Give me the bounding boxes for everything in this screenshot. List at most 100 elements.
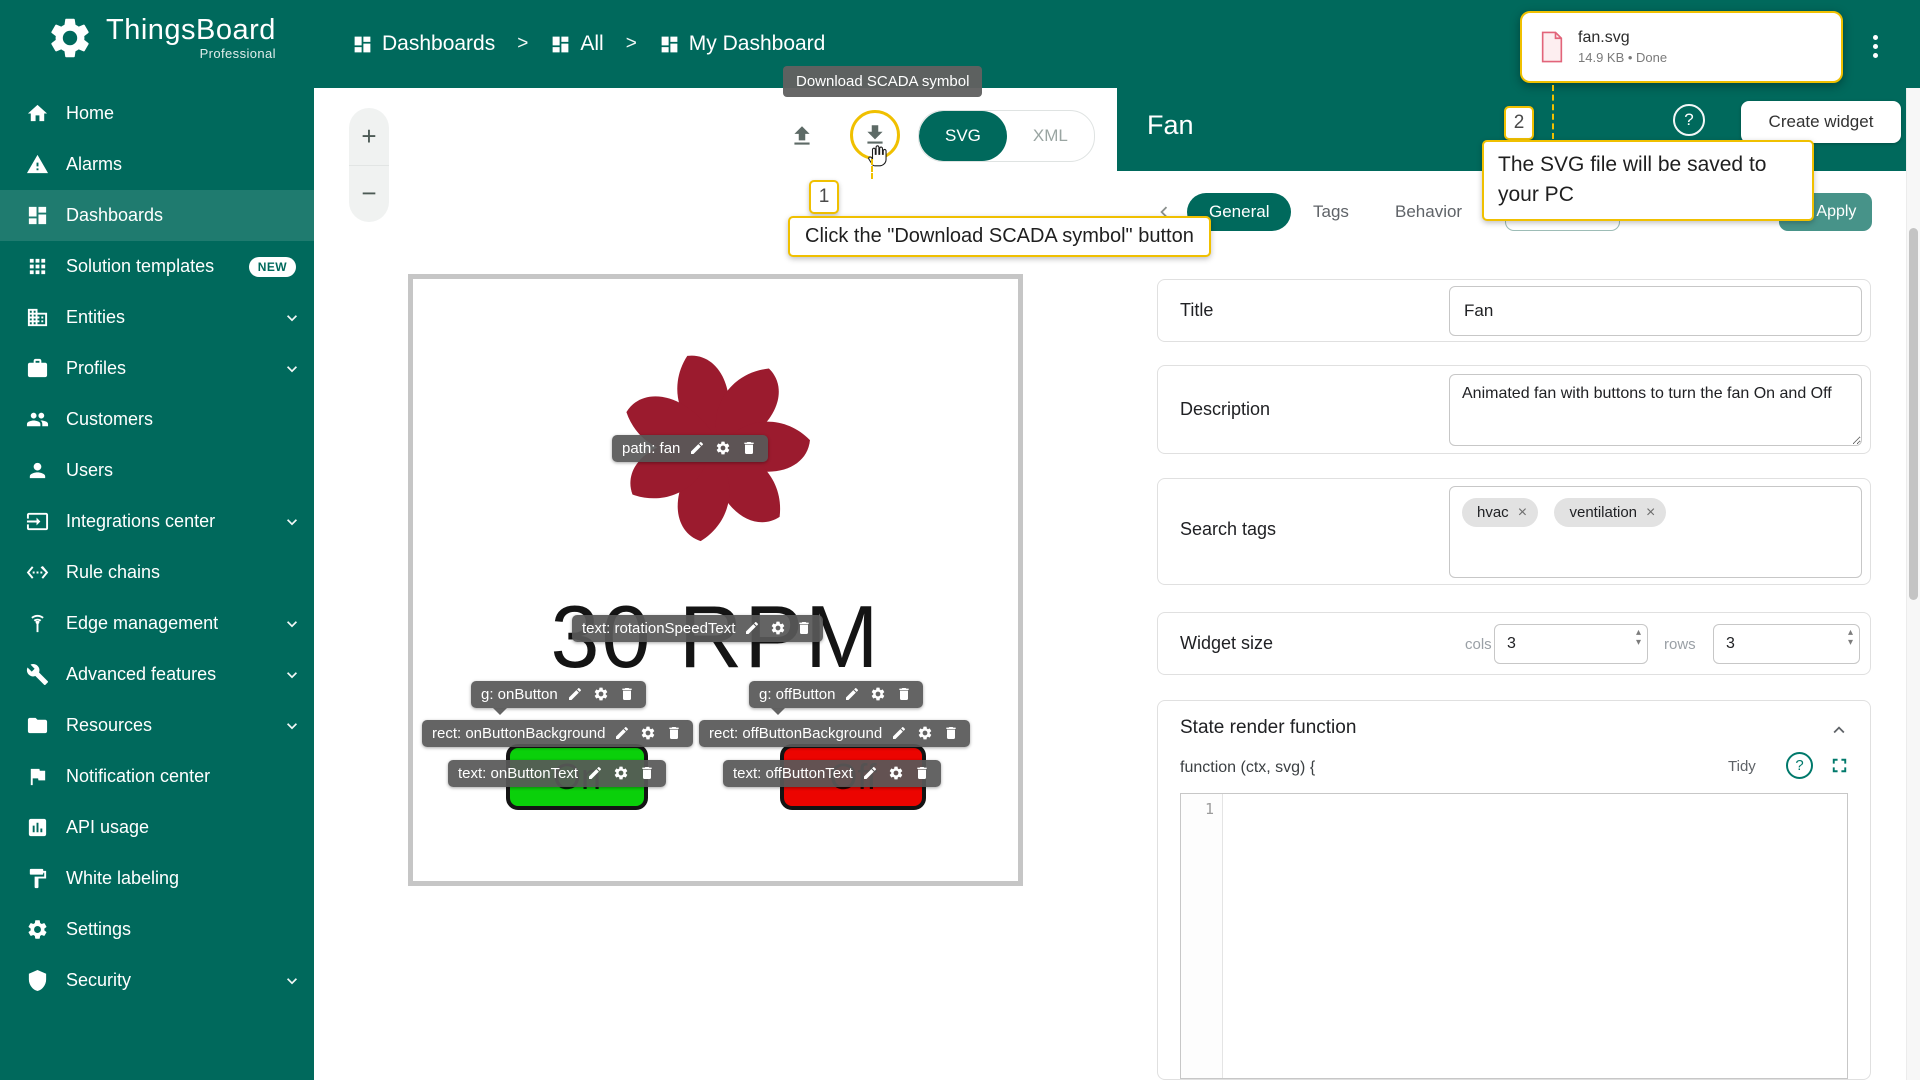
home-icon (26, 102, 49, 125)
help-button[interactable]: ? (1673, 104, 1705, 136)
chevron-down-icon (282, 308, 302, 328)
xml-toggle-button[interactable]: XML (1007, 111, 1094, 161)
delete-icon[interactable] (741, 440, 758, 457)
stepper-arrows[interactable]: ▴▾ (1848, 628, 1853, 648)
delete-icon[interactable] (666, 725, 683, 742)
tag-chip-label: path: fan (622, 440, 680, 457)
breadcrumb-item-dashboards[interactable]: Dashboards (352, 32, 495, 56)
delete-icon[interactable] (639, 765, 656, 782)
delete-icon[interactable] (619, 686, 636, 703)
sidebar-item-security[interactable]: Security (0, 955, 314, 1006)
tag-chip-label: rect: onButtonBackground (432, 725, 605, 742)
tab-behavior[interactable]: Behavior (1395, 202, 1462, 222)
scrollbar-thumb[interactable] (1909, 228, 1918, 600)
tidy-button[interactable]: Tidy (1718, 753, 1766, 780)
tag-chip[interactable]: path: fan (612, 435, 768, 462)
delete-icon[interactable] (943, 725, 960, 742)
remove-tag-icon[interactable]: × (1646, 505, 1655, 521)
settings-icon[interactable] (888, 765, 905, 782)
tag-chip[interactable]: rect: offButtonBackground (699, 720, 970, 747)
edit-icon[interactable] (587, 765, 604, 782)
breadcrumb-label: All (580, 32, 603, 56)
sidebar-item-alarms[interactable]: Alarms (0, 139, 314, 190)
settings-icon[interactable] (640, 725, 657, 742)
sidebar-item-profiles[interactable]: Profiles (0, 343, 314, 394)
sidebar-item-home[interactable]: Home (0, 88, 314, 139)
zoom-in-button[interactable]: + (349, 108, 389, 166)
code-area[interactable] (1223, 794, 1847, 1078)
edit-icon[interactable] (862, 765, 879, 782)
cols-input[interactable] (1494, 624, 1648, 664)
sidebar-item-integrations-center[interactable]: Integrations center (0, 496, 314, 547)
settings-icon[interactable] (770, 620, 787, 637)
edit-icon[interactable] (891, 725, 908, 742)
kebab-menu-button[interactable] (1862, 28, 1888, 64)
sidebar-item-dashboards[interactable]: Dashboards (0, 190, 314, 241)
settings-icon[interactable] (715, 440, 732, 457)
tag-chip[interactable]: text: onButtonText (448, 760, 666, 787)
sidebar-item-settings[interactable]: Settings (0, 904, 314, 955)
title-input[interactable] (1449, 286, 1862, 336)
settings-icon[interactable] (613, 765, 630, 782)
search-tags-input[interactable]: hvac × ventilation × (1449, 486, 1862, 578)
brand-subtitle: Professional (200, 46, 276, 61)
description-input[interactable]: Animated fan with buttons to turn the fa… (1449, 374, 1862, 446)
tag-chip[interactable]: rect: onButtonBackground (422, 720, 693, 747)
delete-icon[interactable] (914, 765, 931, 782)
sidebar-item-label: Users (66, 460, 113, 481)
sidebar-item-label: Resources (66, 715, 152, 736)
tag-chip[interactable]: text: rotationSpeedText (572, 615, 823, 642)
fullscreen-icon[interactable] (1828, 754, 1851, 777)
tab-tags[interactable]: Tags (1313, 202, 1349, 222)
tag-chip[interactable]: g: onButton (471, 681, 646, 708)
edit-icon[interactable] (689, 440, 706, 457)
callout-connector (871, 159, 873, 179)
download-toast[interactable]: fan.svg 14.9 KB • Done (1520, 11, 1843, 83)
edit-icon[interactable] (567, 686, 584, 703)
create-widget-button[interactable]: Create widget (1741, 101, 1901, 143)
scrollbar-track[interactable] (1906, 88, 1920, 1080)
sidebar-item-advanced-features[interactable]: Advanced features (0, 649, 314, 700)
rows-input[interactable] (1713, 624, 1860, 664)
tag-chip-label: g: offButton (759, 686, 835, 703)
upload-button[interactable] (778, 112, 826, 160)
sidebar-item-customers[interactable]: Customers (0, 394, 314, 445)
tag-chip[interactable]: text: offButtonText (723, 760, 941, 787)
tag-chip-label: text: rotationSpeedText (582, 620, 735, 637)
sidebar-item-api-usage[interactable]: API usage (0, 802, 314, 853)
widget-settings-panel: Fan ? Create widget General Tags Behavio… (1117, 88, 1920, 1080)
code-editor[interactable]: 1 (1180, 793, 1848, 1079)
sidebar-item-solution-templates[interactable]: Solution templatesNEW (0, 241, 314, 292)
breadcrumb-item-all[interactable]: All (550, 32, 603, 56)
dashboard-icon (550, 34, 571, 55)
remove-tag-icon[interactable]: × (1518, 505, 1527, 521)
chevron-up-icon[interactable] (1828, 719, 1850, 741)
tag-chip-label: rect: offButtonBackground (709, 725, 882, 742)
zoom-out-button[interactable]: − (349, 166, 389, 223)
chevron-down-icon (282, 665, 302, 685)
settings-icon[interactable] (917, 725, 934, 742)
title-card: Title (1157, 279, 1871, 342)
edit-icon[interactable] (844, 686, 861, 703)
delete-icon[interactable] (796, 620, 813, 637)
sidebar-item-notification-center[interactable]: Notification center (0, 751, 314, 802)
delete-icon[interactable] (896, 686, 913, 703)
edit-icon[interactable] (744, 620, 761, 637)
svg-toggle-button[interactable]: SVG (919, 111, 1007, 161)
sidebar-item-edge-management[interactable]: Edge management (0, 598, 314, 649)
settings-icon[interactable] (593, 686, 610, 703)
sidebar-item-entities[interactable]: Entities (0, 292, 314, 343)
sidebar-item-rule-chains[interactable]: Rule chains (0, 547, 314, 598)
sidebar-item-resources[interactable]: Resources (0, 700, 314, 751)
dashboard-icon (352, 34, 373, 55)
edit-icon[interactable] (614, 725, 631, 742)
tag-label: hvac (1477, 504, 1509, 521)
breadcrumb-item-my-dashboard[interactable]: My Dashboard (659, 32, 826, 56)
tag-chip[interactable]: g: offButton (749, 681, 923, 708)
sidebar-item-white-labeling[interactable]: White labeling (0, 853, 314, 904)
sidebar-item-users[interactable]: Users (0, 445, 314, 496)
settings-icon[interactable] (870, 686, 887, 703)
code-help-button[interactable]: ? (1786, 752, 1813, 779)
stepper-arrows[interactable]: ▴▾ (1636, 628, 1641, 648)
breadcrumb-separator: > (517, 33, 528, 55)
